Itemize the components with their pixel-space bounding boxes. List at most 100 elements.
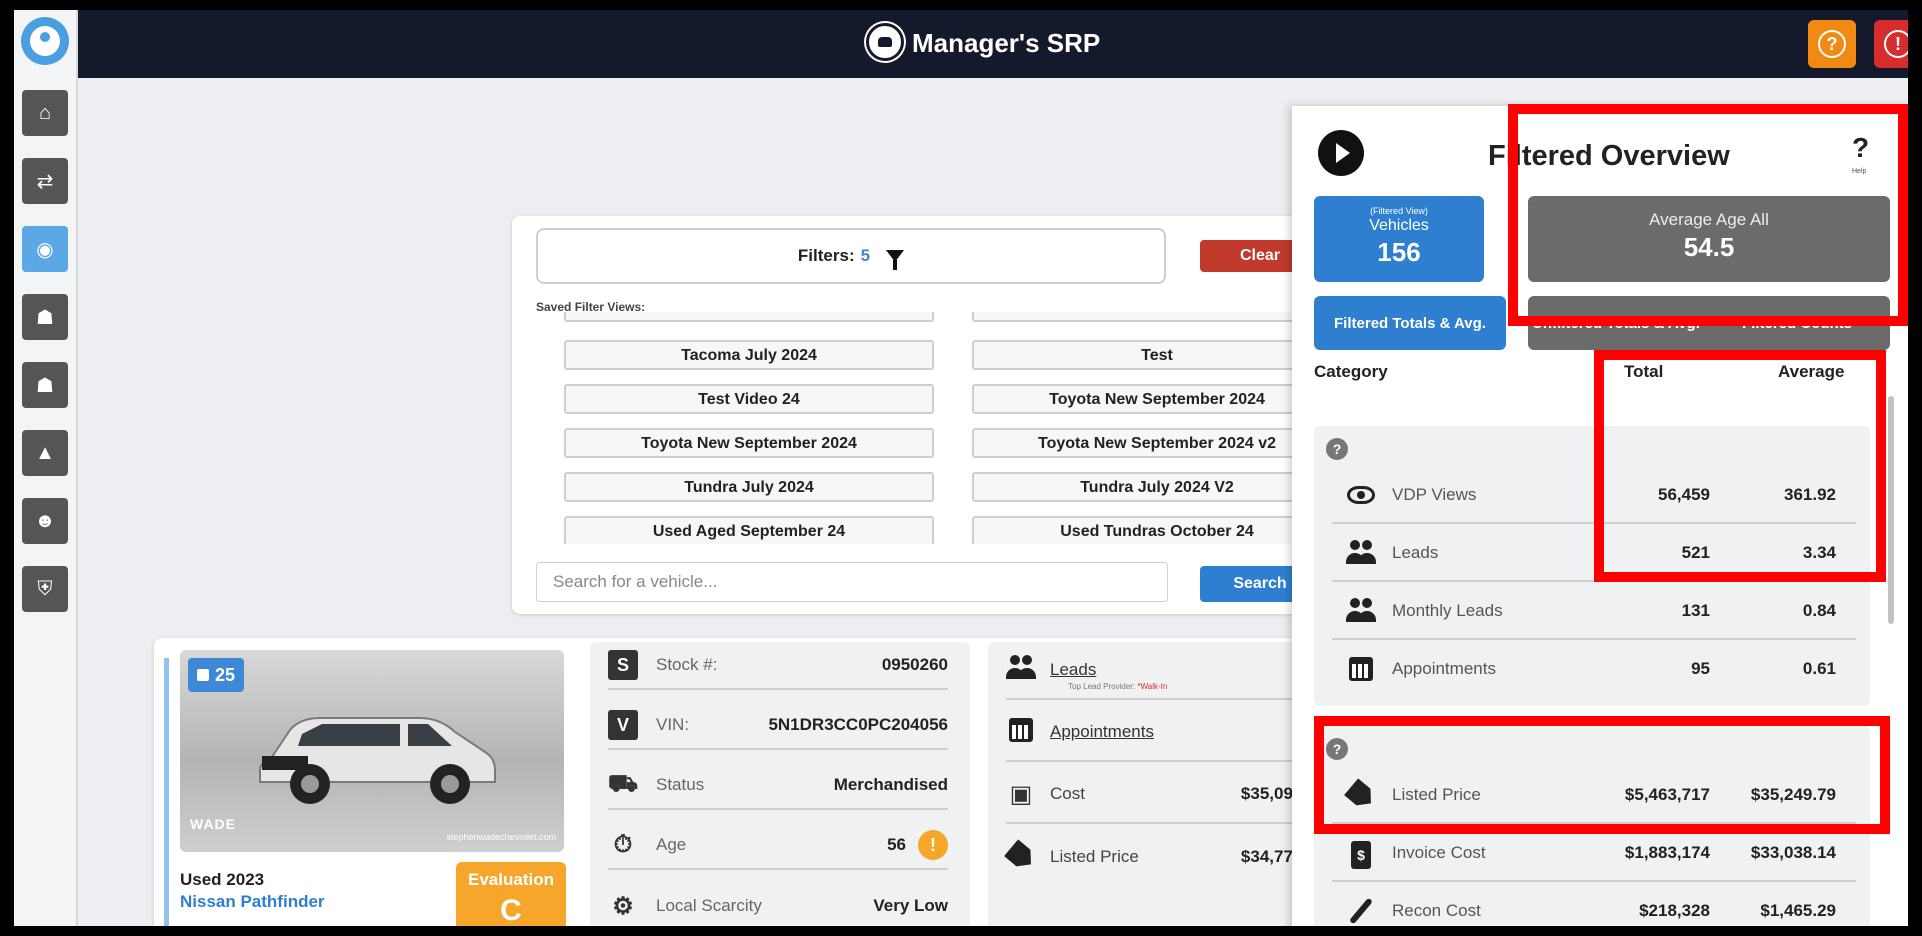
dealer-logo: WADE	[190, 816, 236, 832]
help-icon[interactable]: ?	[1852, 132, 1869, 164]
saved-view-item[interactable]: Test Video 24	[564, 384, 934, 414]
top-bar: Manager's SRP ? !	[78, 10, 1908, 78]
robot-icon[interactable]: ☻	[22, 498, 68, 544]
cost-row: ▣ Cost $35,097.00	[1006, 766, 1314, 824]
saved-view-item[interactable]: Tacoma July 2024	[564, 340, 934, 370]
filters-toggle[interactable]: Filters: 5	[536, 228, 1166, 284]
saved-view-item[interactable]: Test	[972, 340, 1312, 370]
stock-icon: S	[608, 650, 638, 680]
people-icon	[1006, 653, 1036, 688]
overview-row: Recon Cost $218,328 $1,465.29	[1332, 882, 1856, 926]
help-button[interactable]: ?	[1808, 20, 1856, 68]
funnel-icon	[886, 250, 905, 270]
photo-count-badge[interactable]: 25	[188, 658, 244, 692]
saved-view-item[interactable]: Toyota New September 2024	[972, 384, 1312, 414]
user-badge-icon[interactable]: ☗	[22, 294, 68, 340]
collapse-panel-button[interactable]	[1318, 130, 1364, 176]
scarcity-row: ⚙ Local Scarcity Very Low	[608, 882, 948, 926]
row-total: $1,883,174	[1624, 843, 1710, 862]
tab-filtered-counts[interactable]: Filtered Counts	[1704, 296, 1890, 350]
saved-view-item[interactable]: Used Aged September 24	[564, 516, 934, 544]
srp-icon[interactable]: ◉	[22, 226, 68, 272]
wrench-icon	[1346, 896, 1376, 926]
stock-row: S Stock #: 0950260	[608, 642, 948, 690]
saved-view-item[interactable]: Tundra July 2024 V2	[972, 472, 1312, 502]
cash-icon: ▣	[1009, 780, 1033, 808]
saved-view-item[interactable]: Toyota New September 2024 v2	[972, 428, 1312, 458]
vehicle-condition: Used 2023	[180, 870, 265, 889]
app-logo-icon	[866, 23, 904, 61]
people-icon	[1346, 538, 1376, 568]
row-label: VDP Views	[1392, 485, 1477, 504]
row-average: $1,465.29	[1760, 901, 1836, 920]
home-icon[interactable]: ⌂	[22, 90, 68, 136]
saved-view-item[interactable]: Used Tundras October 24	[972, 516, 1312, 544]
average-age-tile: Average Age All 54.5	[1528, 196, 1890, 282]
scrollbar[interactable]	[1888, 396, 1894, 624]
image-icon	[196, 669, 209, 681]
vehicle-photo[interactable]: 25 WADE stephenwadechevrolet.com	[180, 650, 564, 852]
engagement-section: ? VDP Views 56,459 361.92 Leads 521 3.34 Month…	[1314, 426, 1870, 706]
row-total: $218,328	[1639, 901, 1710, 920]
avatar[interactable]	[21, 17, 69, 65]
overview-row: $ Invoice Cost $1,883,174 $33,038.14	[1332, 824, 1856, 882]
help-icon[interactable]: ?	[1326, 438, 1348, 460]
gauge-icon: ⚙	[612, 892, 634, 920]
appointments-row: Appointments 0	[1006, 704, 1314, 762]
row-label: Leads	[1392, 543, 1439, 562]
saved-view-item[interactable]	[972, 312, 1312, 322]
row-total: 131	[1681, 601, 1710, 620]
vin-row: V VIN: 5N1DR3CC0PC204056	[608, 702, 948, 750]
saved-view-item[interactable]: Toyota New September 2024	[564, 428, 934, 458]
row-average: 0.61	[1802, 659, 1836, 678]
tab-unfiltered-totals[interactable]: Unfiltered Totals & Avg.	[1528, 296, 1704, 350]
invoice-icon: $	[1346, 838, 1376, 869]
vehicle-model-link[interactable]: Nissan Pathfinder	[180, 892, 325, 912]
row-label: Listed Price	[1392, 785, 1481, 804]
saved-views-list: Tacoma July 2024 Test Test Video 24 Toyota …	[564, 312, 1312, 544]
alert-button[interactable]: !	[1874, 20, 1908, 68]
status-row: ⛟ Status Merchandised	[608, 762, 948, 810]
sidebar: ⌂ ⇄ ◉ ☗ ☗ ▲ ☻ ⛨	[14, 10, 78, 926]
vehicles-count-tile: (Filtered View) Vehicles 156	[1314, 196, 1484, 282]
appointments-link[interactable]: Appointments	[1050, 722, 1154, 742]
play-icon	[1336, 143, 1350, 163]
row-average: 0.84	[1802, 601, 1836, 620]
saved-view-item[interactable]	[564, 312, 934, 322]
calendar-icon	[1346, 654, 1376, 684]
brand-a-icon[interactable]: ▲	[22, 430, 68, 476]
column-average: Average	[1778, 362, 1845, 381]
row-average: $35,249.79	[1750, 785, 1836, 804]
user-badge-icon[interactable]: ☗	[22, 362, 68, 408]
row-total: 95	[1691, 659, 1710, 678]
tag-icon	[1006, 841, 1036, 874]
shield-icon[interactable]: ⛨	[22, 566, 68, 612]
pricing-section: ? Listed Price $5,463,717 $35,249.79 $ Invoi…	[1314, 726, 1870, 926]
evaluation-badge[interactable]: Evaluation C	[456, 862, 566, 926]
car-trade-icon[interactable]: ⇄	[22, 158, 68, 204]
search-input[interactable]: Search for a vehicle...	[536, 562, 1168, 602]
car-illustration	[259, 717, 496, 804]
row-label: Invoice Cost	[1392, 843, 1486, 862]
help-icon[interactable]: ?	[1326, 738, 1348, 760]
overview-panel: Filtered Overview ? Help (Filtered View)…	[1292, 106, 1908, 926]
row-total: $5,463,717	[1624, 785, 1710, 804]
overview-title: Filtered Overview	[1488, 140, 1730, 172]
top-lead-provider: Top Lead Provider: *Walk-In	[1068, 682, 1168, 691]
tag-icon	[1346, 780, 1376, 810]
column-total: Total	[1624, 362, 1664, 381]
leads-link[interactable]: Leads	[1050, 660, 1096, 680]
age-warning-icon[interactable]: !	[918, 830, 948, 860]
row-total: 521	[1681, 543, 1710, 562]
tab-filtered-totals[interactable]: Filtered Totals & Avg.	[1314, 296, 1506, 350]
row-average: 361.92	[1784, 485, 1836, 504]
vin-icon: V	[608, 710, 638, 740]
saved-view-item[interactable]: Tundra July 2024	[564, 472, 934, 502]
column-category: Category	[1314, 362, 1388, 381]
filters-card: Filters: 5 Clear Saved Filter Views: Tac…	[512, 216, 1312, 614]
vehicle-stats: Leads 1 Top Lead Provider: *Walk-In Appo…	[988, 642, 1314, 926]
exclamation-icon: !	[1884, 30, 1908, 58]
row-average: 3.34	[1802, 543, 1836, 562]
row-average: $33,038.14	[1750, 843, 1836, 862]
overview-row: Monthly Leads 131 0.84	[1332, 582, 1856, 640]
